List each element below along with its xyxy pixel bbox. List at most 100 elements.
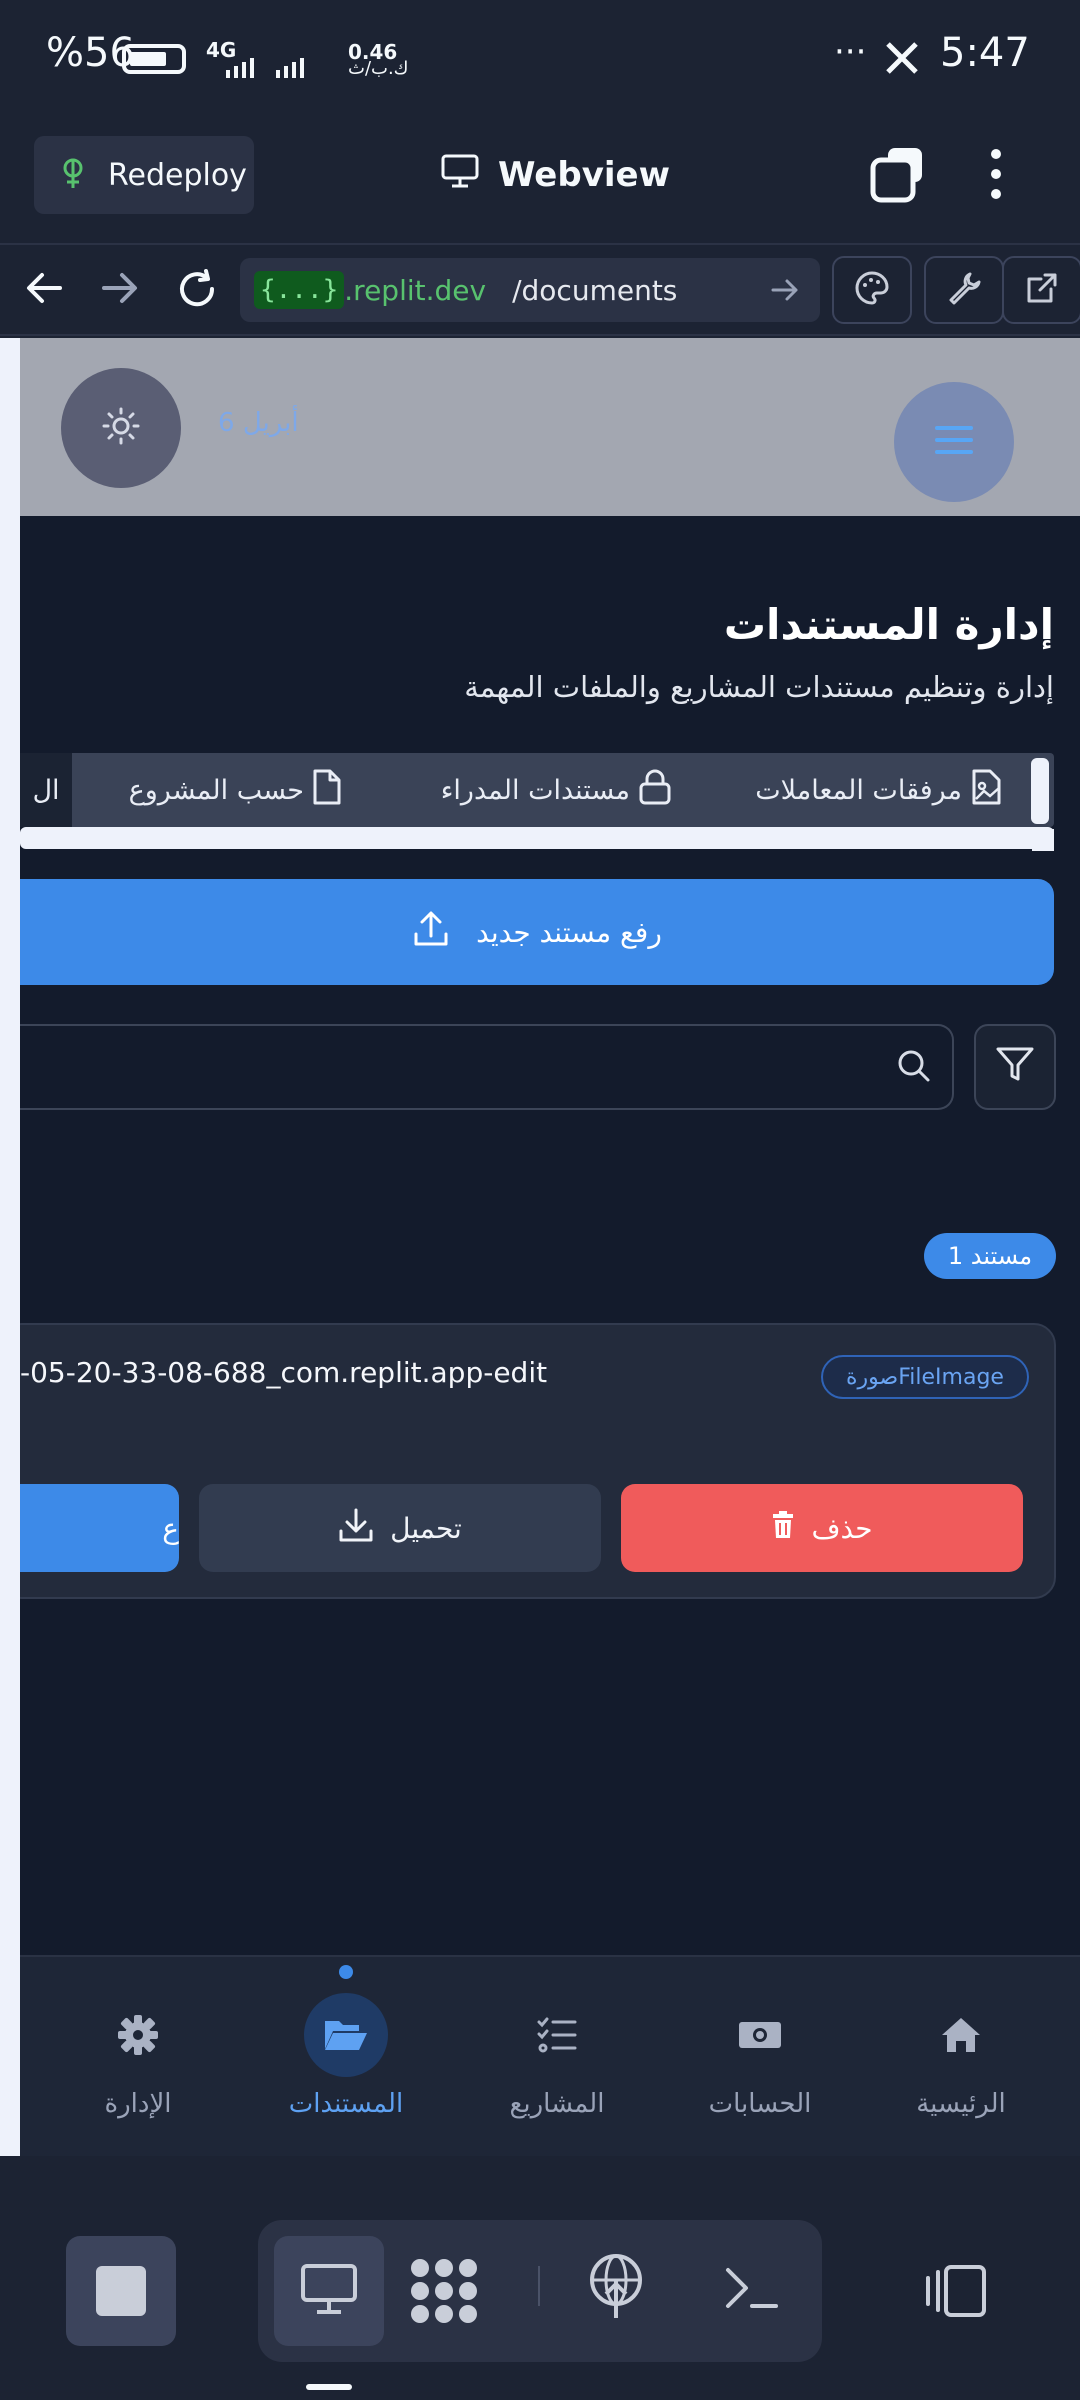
tab-label: ال: [32, 774, 60, 806]
url-host: .replit.dev: [344, 273, 487, 307]
status-bar: %56 4G 0.46 ك.ب/ث ··· 5:47: [0, 0, 1080, 120]
search-input[interactable]: [20, 1024, 954, 1110]
nav-item-accounts[interactable]: الحسابات: [685, 1993, 835, 2143]
webview-title-label: Webview: [498, 155, 670, 195]
speed-unit: ك.ب/ث: [348, 58, 409, 79]
download-label: تحميل: [390, 1511, 462, 1545]
document-name: -05-20-33-08-688_com.replit.app-edit: [20, 1356, 548, 1389]
apps-icon[interactable]: [408, 2256, 480, 2330]
go-arrow-icon[interactable]: [770, 276, 800, 311]
money-icon: [718, 1993, 802, 2077]
view-label: ع: [162, 1511, 179, 1545]
upload-icon: [412, 910, 450, 955]
nav-item-projects[interactable]: المشاريع: [482, 1993, 632, 2143]
more-notifications: ···: [834, 32, 867, 72]
tabs-switcher-icon[interactable]: [870, 146, 926, 208]
tab-label: مستندات المدراء: [440, 774, 630, 806]
gear-icon: [96, 1993, 180, 2077]
delete-label: حذف: [811, 1511, 873, 1545]
tabs-scrollbar[interactable]: [20, 827, 1054, 849]
tab-transaction-attachments[interactable]: مرفقات المعاملات: [755, 753, 1002, 827]
hamburger-icon: [934, 423, 974, 461]
url-host-badge: {...}: [254, 271, 345, 309]
tab-truncated[interactable]: ال: [20, 753, 72, 827]
upload-label: رفع مستند جديد: [476, 915, 662, 949]
devtools-button[interactable]: [924, 256, 1004, 324]
tab-by-project[interactable]: حسب المشروع: [129, 753, 342, 827]
deploy-icon: [58, 156, 88, 194]
active-indicator-dot: [339, 1965, 353, 1979]
theme-palette-button[interactable]: [832, 256, 912, 324]
upload-document-button[interactable]: رفع مستند جديد: [20, 879, 1054, 985]
url-field[interactable]: {...} .replit.dev /documents: [240, 258, 820, 322]
webview-content: 6 أبريل إدارة المستندات إدارة وتنظيم مست…: [20, 338, 1080, 2156]
home-indicator: [306, 2384, 352, 2390]
folder-open-icon: [304, 1993, 388, 2077]
separator: [538, 2266, 540, 2306]
document-tabs: مرفقات المعاملات مستندات المدراء حسب الم…: [20, 753, 1054, 827]
clock: 5:47: [940, 30, 1030, 76]
device-layout-icon[interactable]: [924, 2264, 990, 2322]
tab-label: مرفقات المعاملات: [755, 774, 962, 806]
open-external-button[interactable]: [1002, 256, 1080, 324]
forward-arrow-icon[interactable]: [100, 270, 140, 310]
webview-title: Webview: [440, 150, 670, 200]
x-app-icon: [884, 40, 920, 80]
stop-icon: [96, 2266, 146, 2316]
kebab-menu-icon[interactable]: [988, 148, 1004, 204]
battery-icon: [122, 44, 186, 74]
filter-button[interactable]: [974, 1024, 1056, 1110]
delete-button[interactable]: حذف: [621, 1484, 1023, 1572]
stop-button[interactable]: [66, 2236, 176, 2346]
trash-icon: [771, 1510, 795, 1546]
tabs-scrollbar-thumb[interactable]: [1031, 758, 1049, 824]
nav-item-admin[interactable]: الإدارة: [63, 1993, 213, 2143]
nav-label: المستندات: [288, 2089, 404, 2119]
back-arrow-icon[interactable]: [24, 270, 64, 310]
view-button[interactable]: ع: [20, 1484, 179, 1572]
download-icon: [338, 1507, 374, 1550]
signal-icon: [206, 56, 316, 82]
redeploy-label: Redeploy: [108, 157, 247, 193]
nav-label: المشاريع: [509, 2089, 605, 2119]
url-path: /documents: [512, 273, 678, 307]
nav-label: الرئيسية: [916, 2089, 1006, 2119]
webview-left-edge: [0, 338, 20, 2156]
pane-switcher: [258, 2220, 822, 2362]
home-icon: [919, 1993, 1003, 2077]
app-header: 6 أبريل: [20, 338, 1080, 516]
tab-label: حسب المشروع: [128, 774, 304, 806]
theme-toggle-button[interactable]: [61, 368, 181, 488]
header-date: 6 أبريل: [218, 408, 299, 438]
webview-pane-button[interactable]: [274, 2236, 384, 2346]
menu-button[interactable]: [894, 382, 1014, 502]
palette-icon: [854, 270, 890, 310]
nav-label: الحسابات: [708, 2089, 812, 2119]
terminal-icon[interactable]: [724, 2264, 778, 2316]
search-icon: [896, 1048, 936, 1088]
document-type-badge: صورةFileImage: [821, 1355, 1029, 1399]
nav-item-documents[interactable]: المستندات: [271, 1993, 421, 2143]
replit-bottom-toolbar: [0, 2156, 1080, 2400]
nav-label: الإدارة: [104, 2089, 172, 2119]
redeploy-button[interactable]: Redeploy: [34, 136, 254, 214]
nav-item-home[interactable]: الرئيسية: [886, 1993, 1036, 2143]
reload-icon[interactable]: [176, 268, 218, 314]
file-icon: [312, 769, 342, 812]
page-subtitle: إدارة وتنظيم مستندات المشاريع والملفات ا…: [464, 670, 1054, 704]
lock-icon: [638, 769, 672, 812]
tab-manager-documents[interactable]: مستندات المدراء: [441, 753, 672, 827]
file-image-icon: [970, 769, 1002, 812]
tabs-scrollbar-end: [1032, 829, 1054, 851]
deploy-globe-icon[interactable]: [588, 2252, 644, 2324]
page-title: إدارة المستندات: [723, 600, 1054, 649]
sun-icon: [101, 406, 141, 450]
filter-icon: [995, 1046, 1035, 1088]
monitor-icon: [299, 2262, 359, 2320]
external-link-icon: [1025, 271, 1059, 309]
monitor-icon: [440, 153, 480, 198]
download-button[interactable]: تحميل: [199, 1484, 601, 1572]
wrench-icon: [946, 270, 982, 310]
tasks-icon: [515, 1993, 599, 2077]
document-count-badge: مستند 1: [924, 1233, 1056, 1279]
